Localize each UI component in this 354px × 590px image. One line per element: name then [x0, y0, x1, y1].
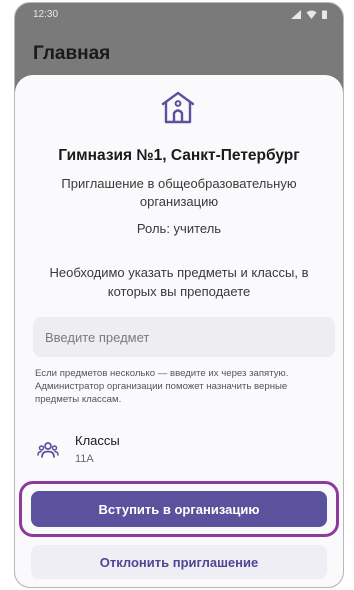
- join-organization-button[interactable]: Вступить в организацию: [31, 491, 327, 527]
- invitation-description: Приглашение в общеобразовательную органи…: [61, 176, 297, 209]
- signal-icon: [291, 9, 301, 19]
- organization-name: Гимназия №1, Санкт-Петербург: [58, 147, 300, 164]
- instruction-text: Необходимо указать предметы и классы, в …: [49, 265, 309, 299]
- phone-screen: 12:30 Главная Гимназия №1, Санкт-Петербу…: [14, 2, 344, 588]
- role-label: Роль: учитель: [136, 221, 222, 236]
- invitation-sheet: Гимназия №1, Санкт-Петербург Приглашение…: [15, 75, 343, 587]
- status-bar: 12:30: [15, 3, 343, 25]
- classes-row[interactable]: Классы 11А: [33, 431, 335, 467]
- classes-value: 11А: [75, 453, 94, 465]
- battery-icon: [322, 10, 327, 19]
- page-title: Главная: [33, 43, 111, 64]
- subject-hint: Если предметов несколько — введите их че…: [35, 368, 289, 405]
- people-icon: [37, 442, 59, 458]
- wifi-icon: [306, 10, 317, 19]
- school-building-icon: [161, 91, 195, 124]
- status-time: 12:30: [33, 8, 59, 20]
- classes-label: Классы: [75, 433, 120, 448]
- decline-invitation-button[interactable]: Отклонить приглашение: [31, 545, 327, 579]
- subject-input[interactable]: [33, 317, 335, 357]
